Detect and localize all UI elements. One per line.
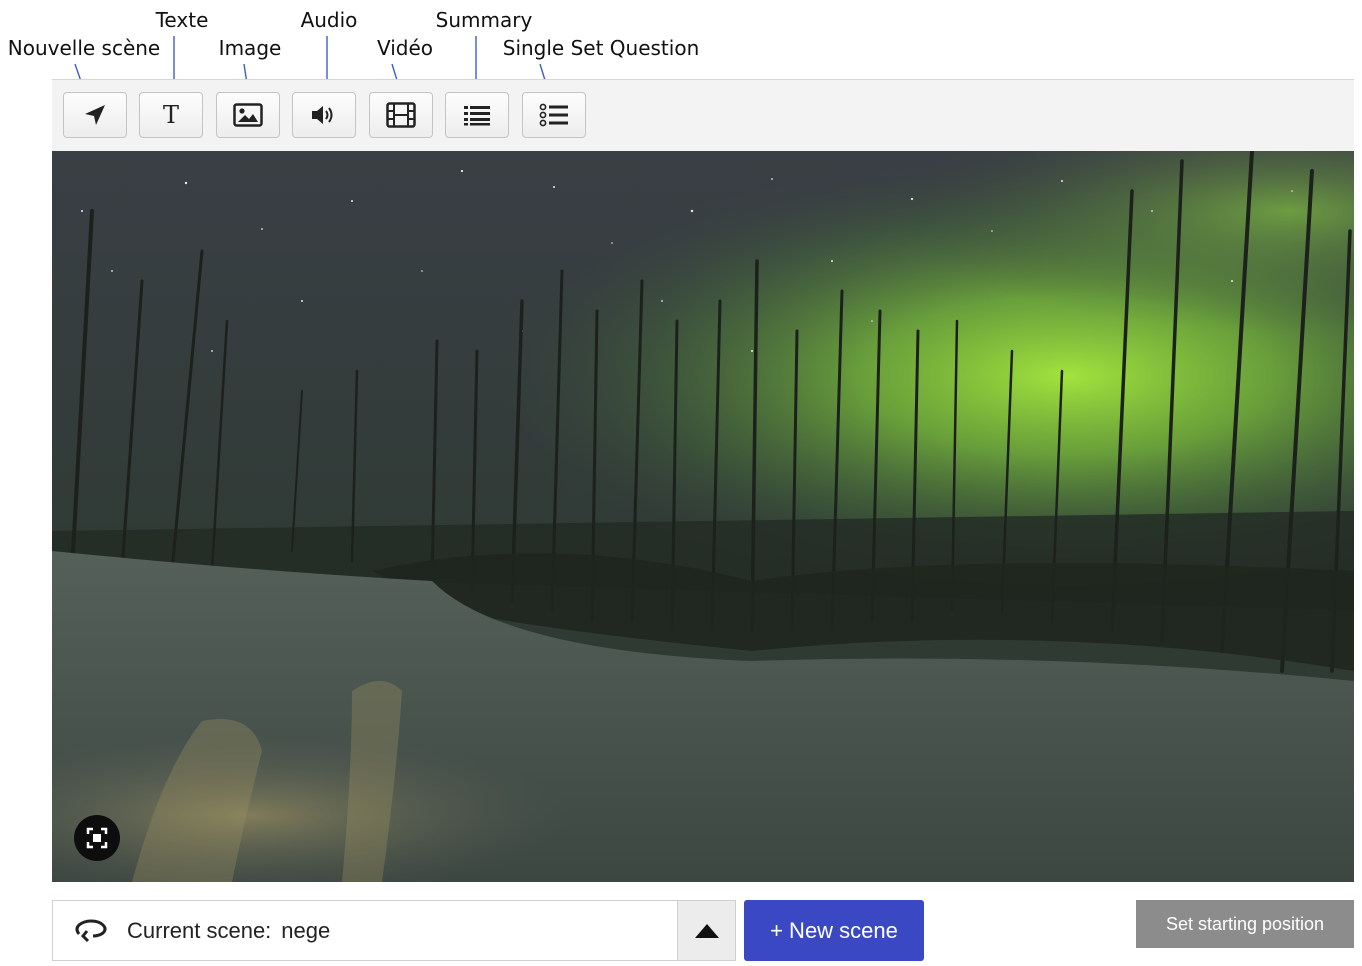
image-icon [233,103,263,127]
annotation-summary: Summary [435,8,533,32]
summary-tool-button[interactable] [445,92,509,138]
current-scene-label: Current scene: [127,917,272,943]
annotation-audio: Audio [300,8,358,32]
text-icon: T [162,101,179,129]
annotation-image: Image [218,36,282,60]
fullscreen-button[interactable] [74,815,120,861]
list-icon [464,106,490,126]
annotation-texte: Texte [155,8,209,32]
audio-tool-button[interactable] [292,92,356,138]
checklist-icon [539,103,568,127]
new-scene-button[interactable]: + New scene [744,900,924,961]
single-set-question-tool-button[interactable] [522,92,586,138]
film-icon [386,102,416,128]
current-scene-value: nege [281,917,331,943]
interaction-toolbar: T [52,79,1354,151]
text-tool-button[interactable]: T [139,92,203,138]
fullscreen-icon [86,827,108,849]
image-tool-button[interactable] [216,92,280,138]
annotation-single-set-question: Single Set Question [502,36,700,60]
scene-swap-icon [73,918,109,944]
annotation-video: Vidéo [376,36,434,60]
audio-icon [312,106,333,124]
current-scene-selector[interactable]: Current scene: nege [52,900,736,961]
set-starting-position-button[interactable]: Set starting position [1136,900,1354,948]
scene-list-toggle[interactable] [677,901,735,960]
new-scene-tool-button[interactable] [63,92,127,138]
aurora-forest-panorama [52,151,1354,882]
video-tool-button[interactable] [369,92,433,138]
navigation-arrow-icon [85,105,105,125]
caret-up-icon [694,923,719,938]
scene-viewport[interactable] [52,151,1354,882]
annotation-nouvelle-scene: Nouvelle scène [7,36,161,60]
